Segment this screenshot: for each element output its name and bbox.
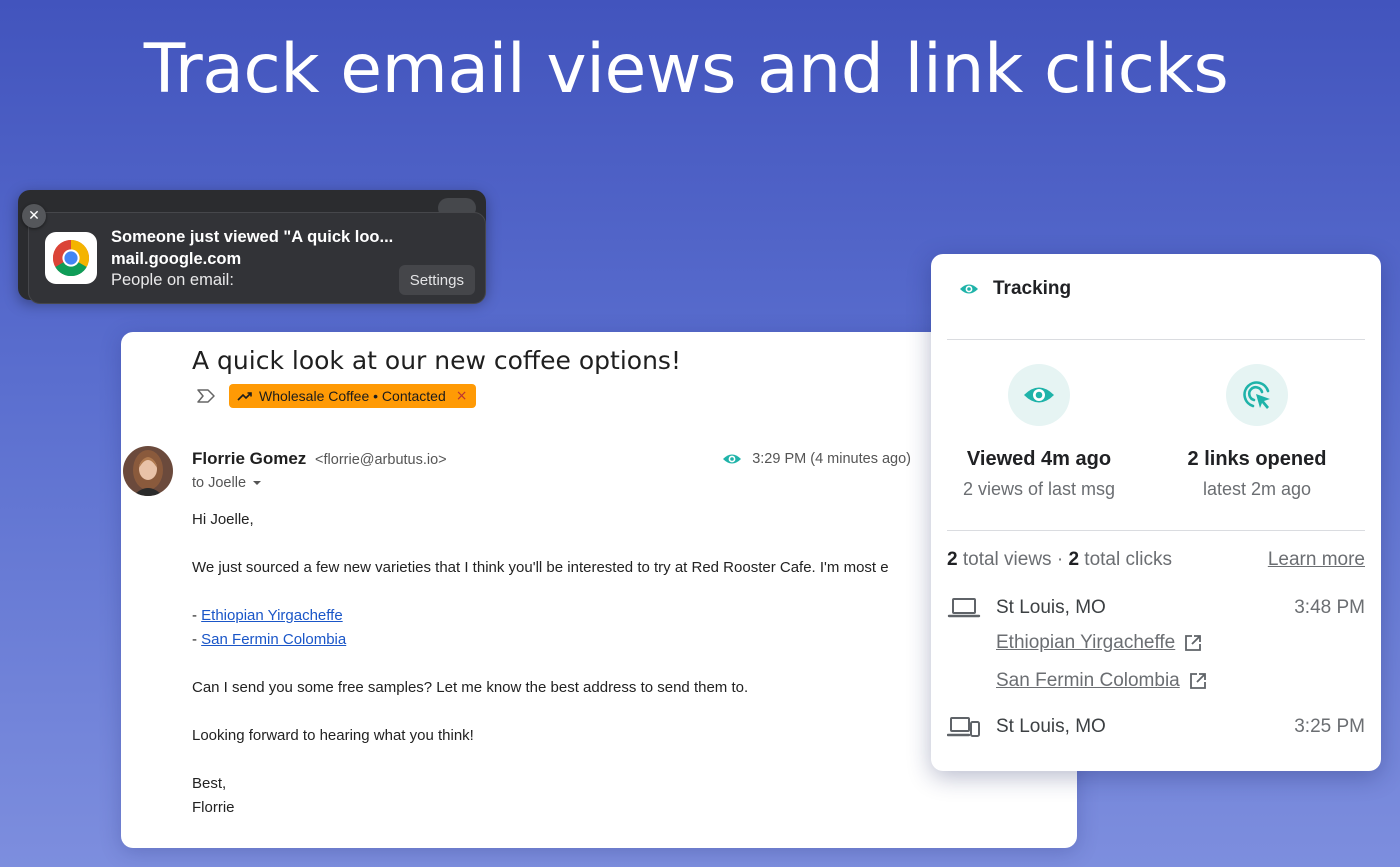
devices-icon	[947, 717, 980, 737]
page-headline: Track email views and link clicks	[143, 30, 1229, 109]
body-signature: Florrie	[192, 799, 235, 816]
body-question: Can I send you some free samples? Let me…	[192, 679, 749, 696]
eye-icon	[1024, 387, 1054, 403]
body-intro: We just sourced a few new varieties that…	[192, 559, 889, 576]
email-subject: A quick look at our new coffee options!	[192, 346, 681, 375]
notification-settings-button[interactable]: Settings	[398, 265, 475, 295]
sender-name[interactable]: Florrie Gomez	[192, 449, 306, 468]
divider	[947, 339, 1365, 340]
recipient-line[interactable]: to Joelle	[192, 475, 262, 491]
divider	[947, 530, 1365, 531]
recipient-label: to Joelle	[192, 475, 247, 491]
notification-domain: mail.google.com	[111, 249, 242, 268]
event-link-label: San Fermin Colombia	[996, 670, 1180, 691]
event-link-label: Ethiopian Yirgacheffe	[996, 632, 1176, 653]
clicks-stat-icon-circle	[1226, 364, 1288, 426]
clicks-stat-main: 2 links opened	[1187, 448, 1327, 470]
total-clicks-count: 2	[1068, 549, 1080, 570]
close-icon[interactable]: ✕	[22, 204, 46, 228]
avatar[interactable]	[123, 446, 173, 496]
total-views-count: 2	[947, 549, 958, 570]
label-arrow-icon[interactable]	[195, 387, 217, 405]
learn-more-link[interactable]: Learn more	[1268, 549, 1365, 571]
email-body: Hi Joelle, We just sourced a few new var…	[192, 508, 932, 820]
cursor-click-icon	[1243, 381, 1270, 409]
clicks-stat: 2 links opened latest 2m ago	[1157, 364, 1357, 500]
tracking-panel: Tracking Viewed 4m ago 2 views of last m…	[931, 254, 1381, 771]
label-row: Wholesale Coffee • Contacted ×	[195, 384, 476, 408]
notification-body: People on email:	[111, 271, 234, 289]
remove-tag-icon[interactable]: ×	[456, 388, 468, 404]
tracking-event-row: St Louis, MO 3:48 PM	[947, 596, 1365, 620]
event-location: St Louis, MO	[996, 597, 1106, 618]
email-time: 3:29 PM (4 minutes ago)	[722, 451, 911, 467]
pipeline-tag-label: Wholesale Coffee • Contacted	[259, 388, 446, 404]
tracking-header: Tracking	[959, 278, 1071, 300]
event-link-ethiopian-yirgacheffe[interactable]: Ethiopian Yirgacheffe	[996, 632, 1203, 654]
views-stat-main: Viewed 4m ago	[966, 448, 1112, 470]
link-ethiopian-yirgacheffe[interactable]: Ethiopian Yirgacheffe	[201, 607, 343, 624]
clicks-stat-sub: latest 2m ago	[1202, 479, 1312, 499]
total-clicks-label: total clicks	[1079, 549, 1172, 570]
sender-line: Florrie Gomez <florrie@arbutus.io>	[192, 449, 447, 469]
external-link-icon	[1189, 673, 1206, 689]
pipeline-tag[interactable]: Wholesale Coffee • Contacted ×	[229, 384, 476, 408]
body-closing: Looking forward to hearing what you thin…	[192, 727, 474, 744]
body-link-line-2: - San Fermin Colombia	[192, 631, 347, 648]
laptop-icon	[947, 598, 981, 618]
notification-title: Someone just viewed "A quick loo...	[111, 228, 394, 246]
chrome-icon	[45, 232, 97, 284]
event-time: 3:25 PM	[1294, 716, 1365, 737]
total-views-label: total views ·	[957, 549, 1069, 570]
event-time: 3:48 PM	[1294, 597, 1365, 618]
link-san-fermin-colombia[interactable]: San Fermin Colombia	[201, 631, 346, 648]
event-link-san-fermin-colombia[interactable]: San Fermin Colombia	[996, 670, 1208, 692]
chevron-down-icon[interactable]	[252, 480, 262, 486]
sender-email: <florrie@arbutus.io>	[315, 452, 447, 468]
eye-icon[interactable]	[722, 452, 742, 466]
notification-toast[interactable]: Someone just viewed "A quick loo... mail…	[28, 212, 486, 304]
event-location: St Louis, MO	[996, 716, 1106, 737]
views-stat-sub: 2 views of last msg	[962, 479, 1116, 499]
tracking-event-row: St Louis, MO 3:25 PM	[947, 715, 1365, 739]
body-greeting: Hi Joelle,	[192, 511, 254, 528]
email-timestamp: 3:29 PM (4 minutes ago)	[752, 451, 911, 467]
body-signoff: Best,	[192, 775, 227, 792]
external-link-icon	[1185, 635, 1202, 651]
tracking-totals: 2 total views · 2 total clicks	[947, 549, 1172, 571]
trending-icon	[237, 392, 252, 401]
tracking-title: Tracking	[993, 278, 1072, 299]
views-stat: Viewed 4m ago 2 views of last msg	[939, 364, 1139, 500]
eye-icon	[960, 284, 978, 294]
views-stat-icon-circle	[1008, 364, 1070, 426]
body-link-line-1: - Ethiopian Yirgacheffe	[192, 607, 343, 624]
